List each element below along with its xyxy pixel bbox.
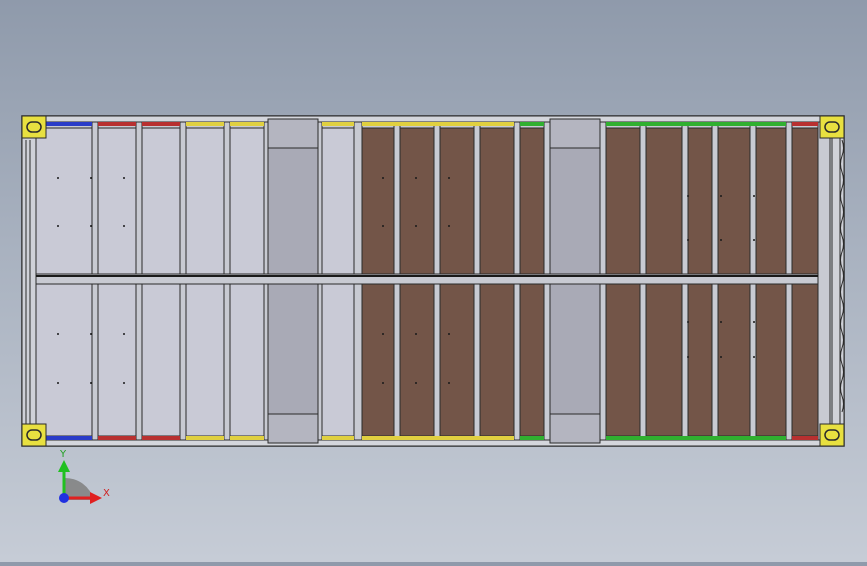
side-rail-top [21, 115, 845, 123]
color-stripes-bottom [46, 436, 818, 440]
corner-casting-bottom-right [819, 423, 845, 447]
corner-casting-top-right [819, 115, 845, 139]
corner-casting-bottom-left [21, 423, 47, 447]
corner-casting-top-left [21, 115, 47, 139]
side-rail-bottom [21, 439, 845, 447]
container-model[interactable] [0, 0, 867, 562]
color-stripes-top [46, 122, 818, 126]
end-rail-left [21, 121, 37, 441]
cad-viewport[interactable]: Y X [0, 0, 867, 562]
